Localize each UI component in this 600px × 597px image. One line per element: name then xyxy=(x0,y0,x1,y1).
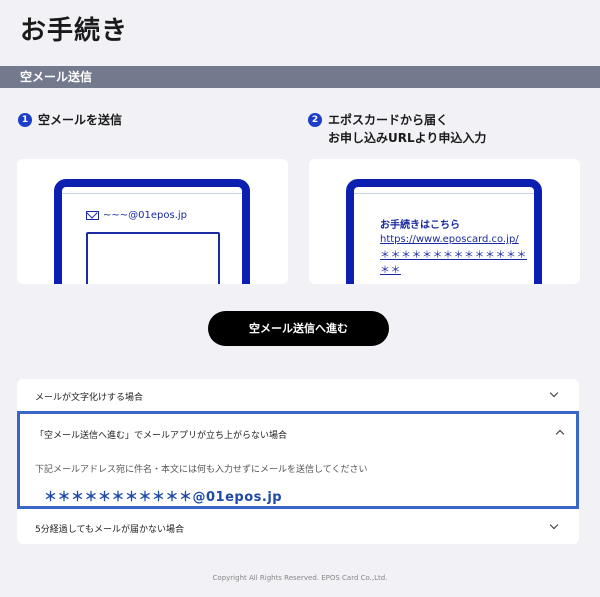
step-1-label: 空メールを送信 xyxy=(38,113,123,127)
illustration-card-receive-mail: お手続きはこちら https://www.eposcard.co.jp/ ＊＊＊… xyxy=(309,159,580,284)
illustration-mail-title: お手続きはこちら xyxy=(380,220,460,231)
faq-item-label: 「空メール送信へ進む」でメールアプリが立ち上がらない場合 xyxy=(35,431,288,441)
faq-item-description: 下記メールアドレス宛に件名・本文には何も入力せずにメールを送信してください xyxy=(35,465,368,475)
section-header: 空メール送信 xyxy=(0,66,600,88)
faq-email-address[interactable]: ＊＊＊＊＊＊＊＊＊＊＊@01epos.jp xyxy=(44,486,282,505)
illustration-card-send-mail: ~~~@01epos.jp xyxy=(17,159,288,284)
phone-illustration: ~~~@01epos.jp xyxy=(54,179,250,284)
step-number-badge: 2 xyxy=(308,113,322,127)
illustration-url: https://www.eposcard.co.jp/ xyxy=(380,234,519,245)
faq-item-not-received[interactable]: 5分経過してもメールが届かない場合 xyxy=(17,509,579,544)
phone-illustration: お手続きはこちら https://www.eposcard.co.jp/ ＊＊＊… xyxy=(346,179,542,284)
step-1: 1 空メールを送信 xyxy=(18,111,122,129)
chevron-up-icon xyxy=(555,429,565,439)
faq-item-label: メールが文字化けする場合 xyxy=(35,393,144,403)
envelope-icon xyxy=(86,211,99,220)
send-empty-mail-button[interactable]: 空メール送信へ進む xyxy=(208,311,389,346)
step-2: 2 エポスカードから届く お申し込みURLより申込入力 xyxy=(308,111,486,147)
footer-copyright: Copyright All Rights Reserved. EPOS Card… xyxy=(212,574,388,582)
illustration-masked-url: ＊＊＊＊＊＊＊＊＊＊＊＊＊＊＊＊ xyxy=(380,250,527,276)
illustration-email: ~~~@01epos.jp xyxy=(103,210,187,221)
step-2-label-line2: お申し込みURLより申込入力 xyxy=(328,131,487,145)
step-2-label-line1: エポスカードから届く xyxy=(328,113,449,127)
page-title: お手続き xyxy=(20,16,129,46)
compose-box xyxy=(86,232,220,284)
faq-accordion: メールが文字化けする場合 「空メール送信へ進む」でメールアプリが立ち上がらない場… xyxy=(17,379,579,544)
chevron-down-icon xyxy=(549,388,559,398)
mail-address-line: ~~~@01epos.jp xyxy=(86,210,187,221)
faq-item-header[interactable]: 「空メール送信へ進む」でメールアプリが立ち上がらない場合 xyxy=(20,414,582,454)
step-number-badge: 1 xyxy=(18,113,32,127)
faq-item-app-not-launch: 「空メール送信へ進む」でメールアプリが立ち上がらない場合 下記メールアドレス宛に… xyxy=(17,411,579,509)
faq-item-label: 5分経過してもメールが届かない場合 xyxy=(35,525,185,535)
faq-item-garbled[interactable]: メールが文字化けする場合 xyxy=(17,379,579,412)
chevron-down-icon xyxy=(549,520,559,530)
